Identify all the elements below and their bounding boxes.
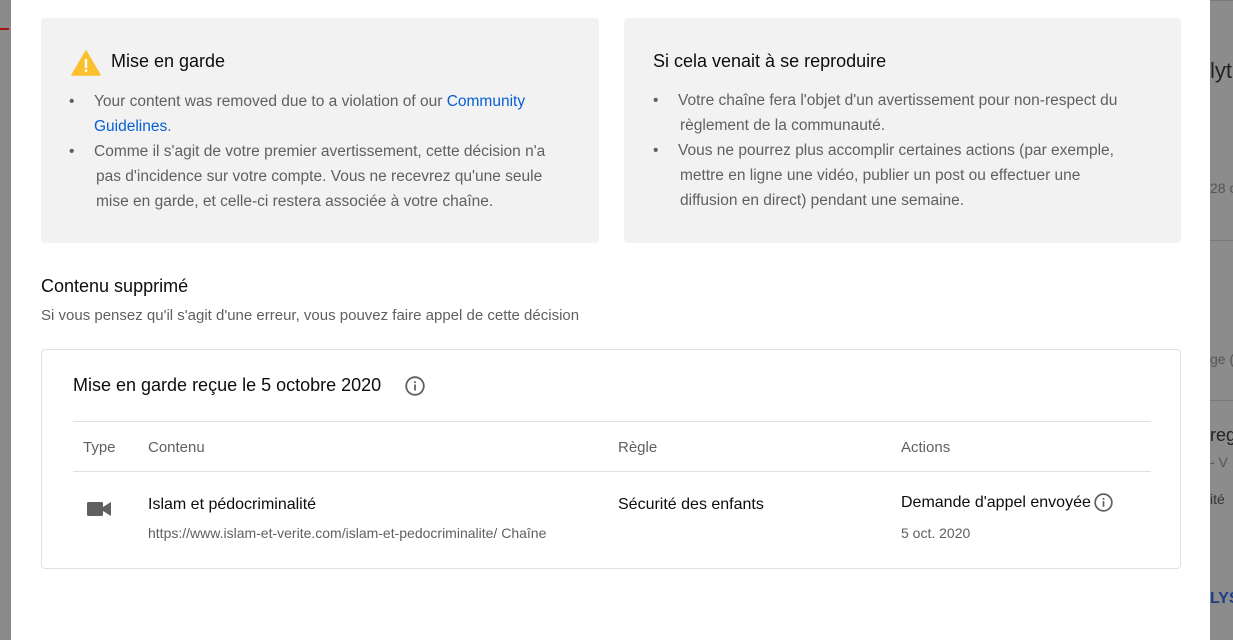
strike-details-box: Mise en garde reçue le 5 octobre 2020 Ty…	[41, 349, 1181, 569]
backdrop-text: LYS	[1210, 590, 1233, 607]
warning-triangle-icon	[71, 50, 101, 76]
strike-title: Mise en garde reçue le 5 octobre 2020	[73, 375, 382, 395]
video-camera-icon	[87, 502, 111, 516]
list-item: Comme il s'agit de votre premier avertis…	[69, 139, 569, 214]
column-header-type: Type	[83, 439, 116, 456]
bullet-line: Vous ne pourrez plus accomplir certaines…	[678, 142, 1114, 159]
bullet-line: Votre chaîne fera l'objet d'un avertisse…	[678, 92, 1118, 109]
strike-dialog: Mise en garde Your content was removed d…	[11, 0, 1210, 640]
bullet-line: règlement de la communauté.	[680, 117, 886, 134]
removed-content-subtitle: Si vous pensez qu'il s'agit d'une erreur…	[41, 307, 580, 324]
backdrop-divider	[1210, 400, 1233, 401]
backdrop-red-mark	[0, 28, 9, 30]
list-item: Vous ne pourrez plus accomplir certaines…	[653, 138, 1163, 213]
backdrop-text: ge (	[1210, 351, 1233, 367]
appeal-date: 5 oct. 2020	[901, 525, 971, 541]
backdrop-divider	[1210, 0, 1233, 1]
rule-name: Sécurité des enfants	[618, 496, 764, 513]
bullet-line: pas d'incidence sur votre compte. Vous n…	[96, 168, 543, 185]
table-divider	[73, 421, 1151, 422]
column-header-content: Contenu	[148, 439, 205, 456]
bullet-line: Comme il s'agit de votre premier avertis…	[94, 143, 546, 160]
bullet-text: Your content was removed due to a violat…	[94, 93, 447, 110]
list-item: Votre chaîne fera l'objet d'un avertisse…	[653, 88, 1163, 138]
warning-card-title: Mise en garde	[111, 51, 226, 71]
backdrop-text: reg	[1210, 425, 1233, 445]
bullet-text-end: .	[167, 118, 172, 135]
backdrop-page: lyt 28 c ge ( reg - V ité LYS	[1210, 0, 1233, 640]
info-icon[interactable]	[405, 376, 425, 396]
column-header-rule: Règle	[618, 439, 658, 456]
backdrop-divider	[1210, 240, 1233, 241]
info-icon[interactable]	[1094, 493, 1113, 512]
bullet-line: mise en garde, et celle-ci restera assoc…	[96, 193, 494, 210]
repeat-consequences-card: Si cela venait à se reproduire Votre cha…	[624, 18, 1181, 243]
list-item: Your content was removed due to a violat…	[69, 89, 569, 139]
column-header-actions: Actions	[901, 439, 951, 456]
table-divider	[73, 471, 1151, 472]
repeat-card-list: Votre chaîne fera l'objet d'un avertisse…	[653, 88, 1163, 213]
appeal-status: Demande d'appel envoyée	[901, 494, 1091, 511]
bullet-line: diffusion en direct) pendant une semaine…	[680, 192, 965, 209]
backdrop-text: - V	[1210, 454, 1228, 470]
removed-content-title: Contenu supprimé	[41, 276, 189, 296]
bullet-line: mettre en ligne une vidéo, publier un po…	[680, 167, 1081, 184]
warning-card-list: Your content was removed due to a violat…	[69, 89, 569, 214]
content-title: Islam et pédocriminalité	[148, 496, 317, 513]
repeat-card-title: Si cela venait à se reproduire	[653, 51, 887, 71]
warning-card: Mise en garde Your content was removed d…	[41, 18, 599, 243]
content-url: https://www.islam-et-verite.com/islam-et…	[148, 525, 547, 541]
backdrop-text: ité	[1210, 491, 1225, 507]
backdrop-left	[0, 0, 11, 640]
backdrop-text: lyt	[1210, 58, 1232, 83]
backdrop-text: 28 c	[1210, 180, 1233, 196]
